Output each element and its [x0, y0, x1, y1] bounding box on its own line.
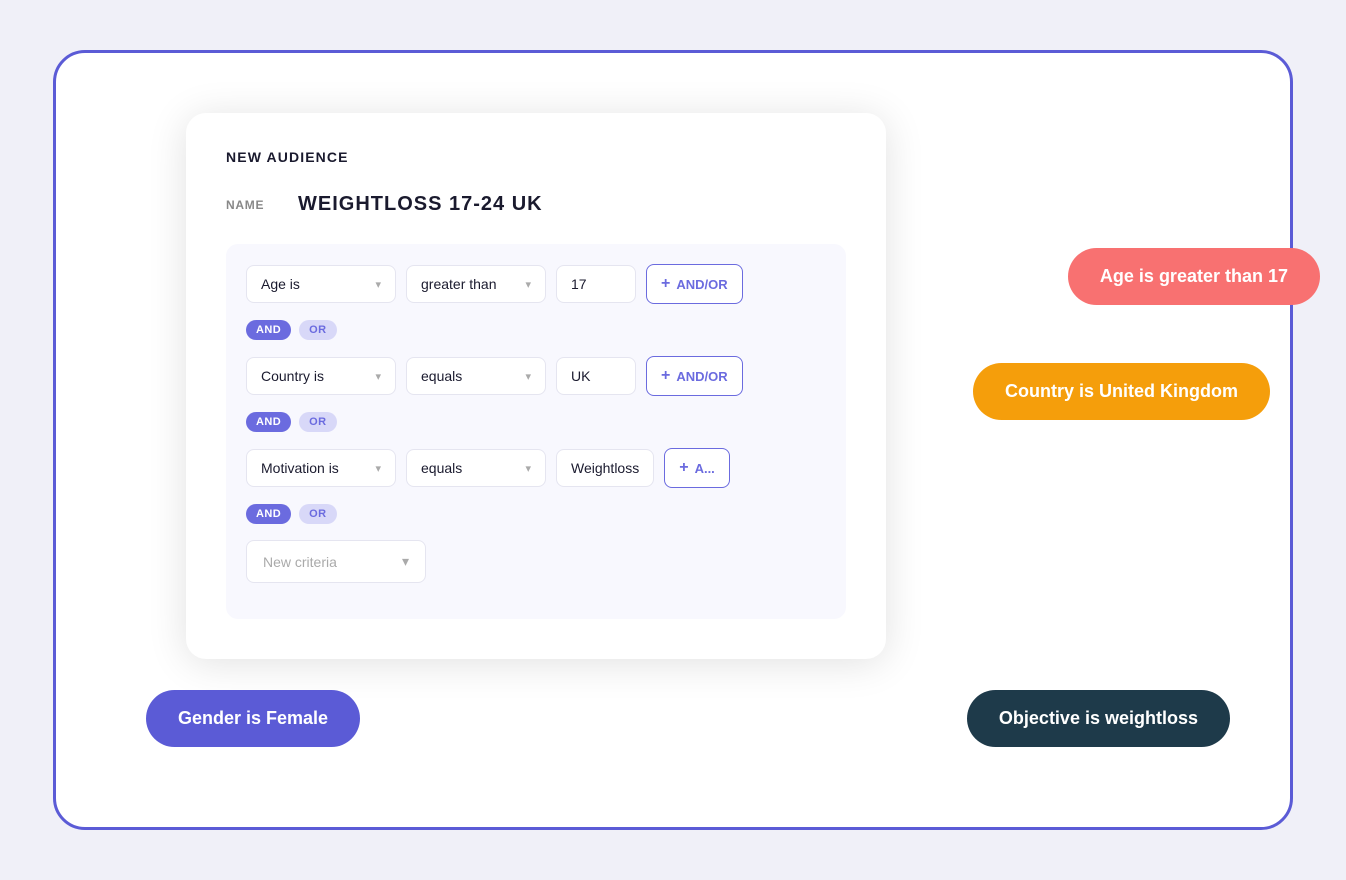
criteria-row-1: Age is ▾ greater than ▾ 17 + AND/OR: [246, 264, 826, 304]
chevron-icon-1: ▾: [375, 278, 381, 291]
audience-card: NEW AUDIENCE NAME WEIGHTLOSS 17-24 UK Ag…: [186, 113, 886, 659]
name-value: WEIGHTLOSS 17-24 UK: [298, 193, 543, 216]
field-select-1-label: Age is: [261, 276, 300, 292]
value-3-text: Weightloss: [571, 460, 639, 476]
and-or-label-1: AND/OR: [676, 277, 727, 292]
chevron-icon-4: ▾: [525, 370, 531, 383]
connector-row-2: AND OR: [246, 412, 826, 432]
value-2-text: UK: [571, 368, 590, 384]
and-badge-2[interactable]: AND: [246, 412, 291, 432]
value-field-1[interactable]: 17: [556, 265, 636, 303]
badge-country-text: Country is United Kingdom: [1005, 381, 1238, 401]
connector-row-3: AND OR: [246, 504, 826, 524]
and-badge-3[interactable]: AND: [246, 504, 291, 524]
operator-select-3-label: equals: [421, 460, 462, 476]
and-or-button-3[interactable]: + A...: [664, 448, 730, 488]
connector-row-1: AND OR: [246, 320, 826, 340]
chevron-icon-5: ▾: [375, 462, 381, 475]
plus-icon-2: +: [661, 367, 670, 385]
card-title: NEW AUDIENCE: [226, 149, 846, 165]
badge-objective: Objective is weightloss: [967, 690, 1230, 747]
badge-age-text: Age is greater than 17: [1100, 266, 1288, 286]
chevron-icon-7: ▾: [402, 553, 409, 570]
field-select-3[interactable]: Motivation is ▾: [246, 449, 396, 487]
and-or-label-3: A...: [695, 461, 715, 476]
chevron-icon-2: ▾: [525, 278, 531, 291]
field-select-3-label: Motivation is: [261, 460, 339, 476]
and-or-button-2[interactable]: + AND/OR: [646, 356, 743, 396]
operator-select-3[interactable]: equals ▾: [406, 449, 546, 487]
plus-icon-3: +: [679, 459, 688, 477]
name-row: NAME WEIGHTLOSS 17-24 UK: [226, 193, 846, 216]
outer-border: NEW AUDIENCE NAME WEIGHTLOSS 17-24 UK Ag…: [53, 50, 1293, 830]
operator-select-1-label: greater than: [421, 276, 497, 292]
chevron-icon-6: ▾: [525, 462, 531, 475]
field-select-1[interactable]: Age is ▾: [246, 265, 396, 303]
field-select-2-label: Country is: [261, 368, 324, 384]
criteria-row-2: Country is ▾ equals ▾ UK + AND/OR: [246, 356, 826, 396]
criteria-block: Age is ▾ greater than ▾ 17 + AND/OR AND: [226, 244, 846, 619]
operator-select-2-label: equals: [421, 368, 462, 384]
operator-select-1[interactable]: greater than ▾: [406, 265, 546, 303]
name-label: NAME: [226, 198, 274, 212]
field-select-2[interactable]: Country is ▾: [246, 357, 396, 395]
badge-age: Age is greater than 17: [1068, 248, 1320, 305]
and-or-label-2: AND/OR: [676, 369, 727, 384]
value-field-3[interactable]: Weightloss: [556, 449, 654, 487]
new-criteria-placeholder: New criteria: [263, 554, 337, 570]
new-criteria-select[interactable]: New criteria ▾: [246, 540, 426, 583]
and-or-button-1[interactable]: + AND/OR: [646, 264, 743, 304]
chevron-icon-3: ▾: [375, 370, 381, 383]
or-badge-3[interactable]: OR: [299, 504, 336, 524]
plus-icon-1: +: [661, 275, 670, 293]
badge-gender-text: Gender is Female: [178, 708, 328, 728]
value-1-text: 17: [571, 276, 587, 292]
or-badge-2[interactable]: OR: [299, 412, 336, 432]
value-field-2[interactable]: UK: [556, 357, 636, 395]
new-criteria-row: New criteria ▾: [246, 540, 826, 583]
badge-objective-text: Objective is weightloss: [999, 708, 1198, 728]
operator-select-2[interactable]: equals ▾: [406, 357, 546, 395]
badge-gender: Gender is Female: [146, 690, 360, 747]
criteria-row-3: Motivation is ▾ equals ▾ Weightloss + A.…: [246, 448, 826, 488]
and-badge-1[interactable]: AND: [246, 320, 291, 340]
or-badge-1[interactable]: OR: [299, 320, 336, 340]
badge-country: Country is United Kingdom: [973, 363, 1270, 420]
